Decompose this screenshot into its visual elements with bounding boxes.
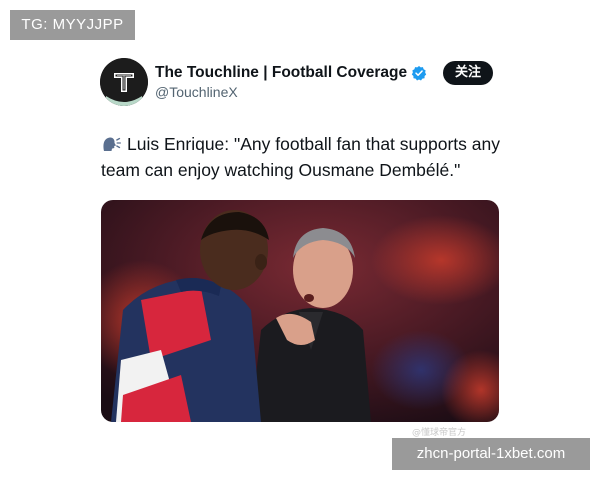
tweet-photo[interactable]: [101, 200, 499, 422]
tweet-text-body: Luis Enrique: "Any football fan that sup…: [101, 134, 500, 180]
verified-badge-icon: [411, 66, 427, 81]
follow-button[interactable]: 关注: [443, 61, 493, 85]
author-name-row[interactable]: The Touchline | Football Coverage: [155, 63, 427, 83]
speaking-head-icon: [103, 137, 121, 151]
display-name[interactable]: The Touchline | Football Coverage: [155, 64, 407, 82]
photo-source-label: @懂球帝官方: [412, 428, 467, 438]
touchline-logo-icon: [100, 58, 148, 106]
watermark-url: zhcn-portal-1xbet.com: [392, 438, 590, 470]
tweet-text: Luis Enrique: "Any football fan that sup…: [101, 131, 521, 183]
watermark-label: TG: MYYJJPP: [10, 10, 135, 40]
user-handle[interactable]: @TouchlineX: [155, 84, 238, 100]
avatar[interactable]: [100, 58, 148, 106]
photo-illustration: [101, 200, 499, 422]
